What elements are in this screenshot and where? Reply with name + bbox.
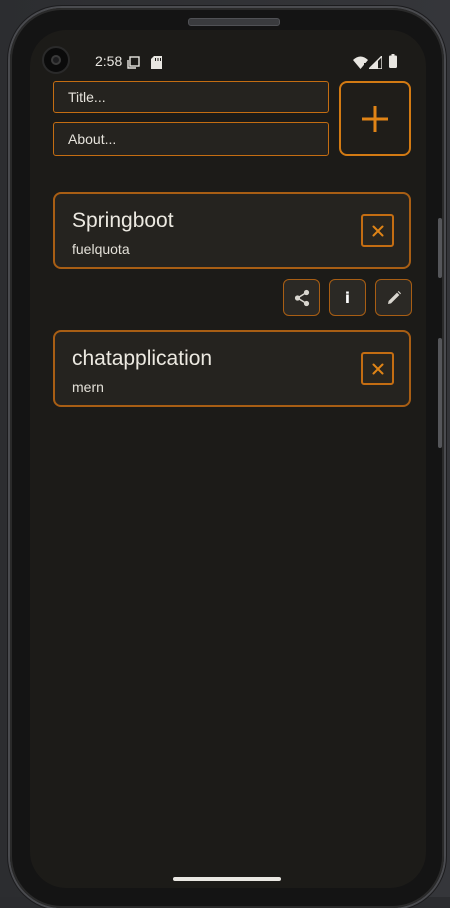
screenshot-icon [127, 54, 140, 73]
about-field[interactable] [53, 122, 329, 156]
volume-button [438, 218, 442, 278]
sd-card-icon [151, 54, 162, 73]
title-field[interactable] [53, 81, 329, 113]
wifi-icon [353, 54, 368, 73]
info-button[interactable]: i [329, 279, 366, 316]
signal-icon [367, 54, 383, 73]
status-time: 2:58 [95, 53, 123, 69]
edit-button[interactable] [375, 279, 412, 316]
power-button [438, 338, 442, 448]
note-card[interactable]: chatapplication mern [53, 330, 411, 407]
note-about: mern [72, 379, 104, 395]
info-icon: i [344, 288, 351, 307]
note-title: Springboot [72, 209, 174, 232]
delete-note-button[interactable] [361, 214, 394, 247]
about-input[interactable] [54, 123, 328, 155]
plus-icon [362, 105, 388, 132]
title-input[interactable] [54, 82, 328, 112]
share-button[interactable] [283, 279, 320, 316]
note-about: fuelquota [72, 241, 130, 257]
app-screen: 2:58 Title... About... Springboot fuelqu… [30, 30, 426, 888]
close-icon [372, 225, 383, 236]
earpiece-speaker [188, 18, 280, 26]
home-indicator[interactable] [173, 877, 281, 881]
delete-note-button[interactable] [361, 352, 394, 385]
note-card[interactable]: Springboot fuelquota [53, 192, 411, 269]
add-note-button[interactable] [339, 81, 411, 156]
close-icon [372, 363, 383, 374]
share-icon [294, 289, 309, 306]
battery-icon [389, 53, 397, 72]
pencil-icon [387, 290, 401, 304]
note-title: chatapplication [72, 347, 213, 370]
front-camera [42, 46, 70, 74]
